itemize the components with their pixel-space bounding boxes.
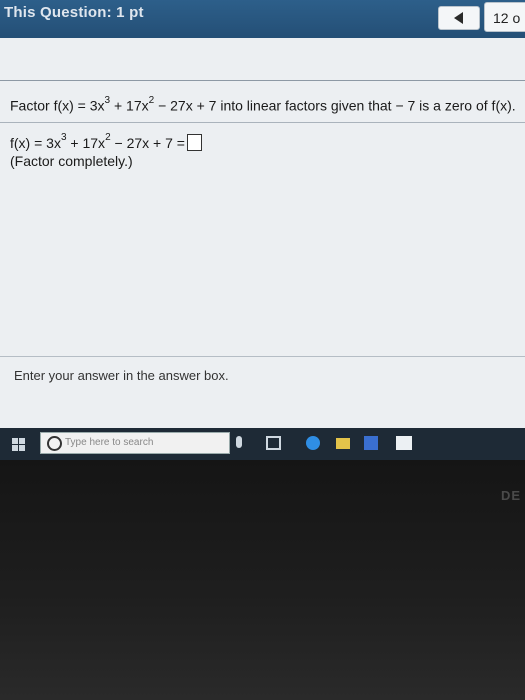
question-prompt: Factor f(x) = 3x3 + 17x2 − 27x + 7 into … — [10, 95, 516, 114]
task-view-icon[interactable] — [266, 436, 281, 450]
search-placeholder: Type here to search — [65, 437, 154, 448]
windows-start-icon[interactable] — [12, 438, 26, 452]
question-counter[interactable]: 12 o — [484, 2, 525, 32]
answer-text: − 27x + 7 = — [110, 135, 185, 151]
device-brand-logo: DE — [500, 488, 521, 503]
divider — [0, 80, 525, 81]
factor-hint: (Factor completely.) — [10, 153, 133, 169]
exponent: 2 — [148, 95, 155, 106]
answer-instruction: Enter your answer in the answer box. — [14, 368, 229, 383]
arrow-left-icon — [454, 12, 463, 24]
browser-screen: This Question: 1 pt 12 o Factor f(x) = 3… — [0, 0, 525, 458]
divider — [0, 122, 525, 123]
question-points-label: This Question: 1 pt — [4, 4, 144, 21]
app-icon[interactable] — [396, 436, 412, 450]
cortana-circle-icon — [47, 436, 62, 451]
taskbar-search-box[interactable]: Type here to search — [40, 432, 230, 454]
laptop-bezel — [0, 460, 525, 700]
file-explorer-icon[interactable] — [336, 438, 350, 449]
exponent: 3 — [104, 95, 111, 106]
answer-text: + 17x — [66, 135, 106, 151]
store-icon[interactable] — [364, 436, 378, 450]
exponent: 2 — [105, 132, 111, 144]
edge-browser-icon[interactable] — [306, 436, 320, 450]
windows-taskbar: Type here to search — [0, 428, 525, 460]
answer-text: f(x) = 3x — [10, 135, 61, 151]
prompt-text: − 27x + 7 into linear factors given that… — [154, 97, 516, 114]
answer-line: f(x) = 3x3 + 17x2 − 27x + 7 = — [10, 132, 202, 151]
answer-input-box[interactable] — [186, 134, 202, 151]
prompt-text: + 17x — [110, 97, 149, 114]
divider — [0, 356, 525, 357]
previous-question-button[interactable] — [438, 6, 480, 30]
microphone-icon[interactable] — [236, 436, 242, 448]
question-header: This Question: 1 pt 12 o — [0, 0, 525, 38]
prompt-text: Factor f(x) = 3x — [10, 97, 105, 114]
exponent: 3 — [60, 132, 67, 144]
